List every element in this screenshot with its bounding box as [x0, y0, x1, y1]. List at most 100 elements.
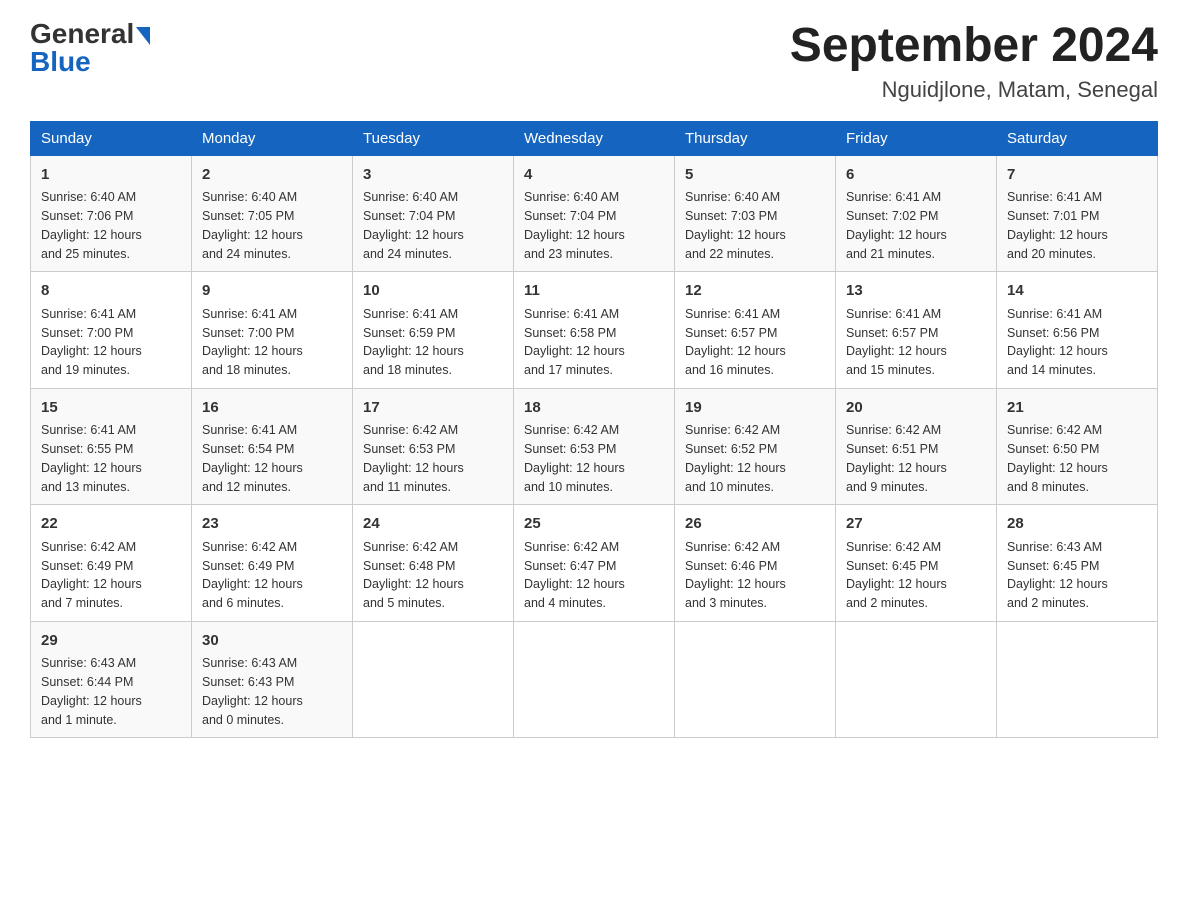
calendar-cell: 28Sunrise: 6:43 AMSunset: 6:45 PMDayligh… [997, 505, 1158, 622]
calendar-title: September 2024 [790, 20, 1158, 73]
calendar-cell: 7Sunrise: 6:41 AMSunset: 7:01 PMDaylight… [997, 155, 1158, 272]
day-number: 23 [202, 513, 342, 536]
calendar-body: 1Sunrise: 6:40 AMSunset: 7:06 PMDaylight… [31, 155, 1158, 738]
day-info: Sunrise: 6:42 AMSunset: 6:49 PMDaylight:… [41, 538, 181, 613]
calendar-cell: 6Sunrise: 6:41 AMSunset: 7:02 PMDaylight… [836, 155, 997, 272]
header-friday: Friday [836, 121, 997, 155]
day-number: 28 [1007, 513, 1147, 536]
calendar-cell [353, 621, 514, 738]
calendar-cell: 16Sunrise: 6:41 AMSunset: 6:54 PMDayligh… [192, 388, 353, 505]
day-info: Sunrise: 6:42 AMSunset: 6:47 PMDaylight:… [524, 538, 664, 613]
day-info: Sunrise: 6:42 AMSunset: 6:52 PMDaylight:… [685, 421, 825, 496]
day-info: Sunrise: 6:42 AMSunset: 6:45 PMDaylight:… [846, 538, 986, 613]
day-info: Sunrise: 6:40 AMSunset: 7:03 PMDaylight:… [685, 188, 825, 263]
calendar-cell: 22Sunrise: 6:42 AMSunset: 6:49 PMDayligh… [31, 505, 192, 622]
calendar-cell: 25Sunrise: 6:42 AMSunset: 6:47 PMDayligh… [514, 505, 675, 622]
calendar-week-row: 15Sunrise: 6:41 AMSunset: 6:55 PMDayligh… [31, 388, 1158, 505]
day-info: Sunrise: 6:40 AMSunset: 7:06 PMDaylight:… [41, 188, 181, 263]
calendar-week-row: 29Sunrise: 6:43 AMSunset: 6:44 PMDayligh… [31, 621, 1158, 738]
calendar-cell: 2Sunrise: 6:40 AMSunset: 7:05 PMDaylight… [192, 155, 353, 272]
day-number: 9 [202, 280, 342, 303]
calendar-cell: 20Sunrise: 6:42 AMSunset: 6:51 PMDayligh… [836, 388, 997, 505]
header-tuesday: Tuesday [353, 121, 514, 155]
day-info: Sunrise: 6:41 AMSunset: 7:00 PMDaylight:… [41, 305, 181, 380]
calendar-cell: 4Sunrise: 6:40 AMSunset: 7:04 PMDaylight… [514, 155, 675, 272]
calendar-cell: 8Sunrise: 6:41 AMSunset: 7:00 PMDaylight… [31, 272, 192, 389]
day-number: 10 [363, 280, 503, 303]
day-info: Sunrise: 6:40 AMSunset: 7:04 PMDaylight:… [363, 188, 503, 263]
day-number: 13 [846, 280, 986, 303]
logo-arrow-icon [136, 27, 150, 45]
day-info: Sunrise: 6:40 AMSunset: 7:05 PMDaylight:… [202, 188, 342, 263]
calendar-cell [997, 621, 1158, 738]
day-info: Sunrise: 6:40 AMSunset: 7:04 PMDaylight:… [524, 188, 664, 263]
day-number: 30 [202, 630, 342, 653]
day-info: Sunrise: 6:42 AMSunset: 6:48 PMDaylight:… [363, 538, 503, 613]
day-number: 5 [685, 164, 825, 187]
calendar-cell: 21Sunrise: 6:42 AMSunset: 6:50 PMDayligh… [997, 388, 1158, 505]
calendar-week-row: 22Sunrise: 6:42 AMSunset: 6:49 PMDayligh… [31, 505, 1158, 622]
day-number: 6 [846, 164, 986, 187]
day-info: Sunrise: 6:42 AMSunset: 6:53 PMDaylight:… [524, 421, 664, 496]
calendar-cell [836, 621, 997, 738]
day-info: Sunrise: 6:41 AMSunset: 6:59 PMDaylight:… [363, 305, 503, 380]
calendar-subtitle: Nguidjlone, Matam, Senegal [790, 77, 1158, 103]
day-number: 20 [846, 397, 986, 420]
day-number: 4 [524, 164, 664, 187]
calendar-header-row: SundayMondayTuesdayWednesdayThursdayFrid… [31, 121, 1158, 155]
calendar-cell: 9Sunrise: 6:41 AMSunset: 7:00 PMDaylight… [192, 272, 353, 389]
logo: General Blue [30, 20, 150, 76]
day-info: Sunrise: 6:42 AMSunset: 6:49 PMDaylight:… [202, 538, 342, 613]
calendar-cell: 19Sunrise: 6:42 AMSunset: 6:52 PMDayligh… [675, 388, 836, 505]
day-number: 26 [685, 513, 825, 536]
header-wednesday: Wednesday [514, 121, 675, 155]
header-monday: Monday [192, 121, 353, 155]
calendar-cell: 12Sunrise: 6:41 AMSunset: 6:57 PMDayligh… [675, 272, 836, 389]
day-number: 27 [846, 513, 986, 536]
calendar-table: SundayMondayTuesdayWednesdayThursdayFrid… [30, 121, 1158, 739]
day-number: 22 [41, 513, 181, 536]
calendar-cell: 3Sunrise: 6:40 AMSunset: 7:04 PMDaylight… [353, 155, 514, 272]
day-number: 12 [685, 280, 825, 303]
day-info: Sunrise: 6:41 AMSunset: 7:00 PMDaylight:… [202, 305, 342, 380]
calendar-cell: 1Sunrise: 6:40 AMSunset: 7:06 PMDaylight… [31, 155, 192, 272]
day-info: Sunrise: 6:41 AMSunset: 6:57 PMDaylight:… [846, 305, 986, 380]
header-thursday: Thursday [675, 121, 836, 155]
header-sunday: Sunday [31, 121, 192, 155]
day-info: Sunrise: 6:41 AMSunset: 7:01 PMDaylight:… [1007, 188, 1147, 263]
day-info: Sunrise: 6:42 AMSunset: 6:53 PMDaylight:… [363, 421, 503, 496]
header-saturday: Saturday [997, 121, 1158, 155]
day-number: 3 [363, 164, 503, 187]
calendar-cell [514, 621, 675, 738]
calendar-cell: 17Sunrise: 6:42 AMSunset: 6:53 PMDayligh… [353, 388, 514, 505]
day-number: 24 [363, 513, 503, 536]
day-info: Sunrise: 6:43 AMSunset: 6:43 PMDaylight:… [202, 654, 342, 729]
calendar-cell: 18Sunrise: 6:42 AMSunset: 6:53 PMDayligh… [514, 388, 675, 505]
calendar-cell: 23Sunrise: 6:42 AMSunset: 6:49 PMDayligh… [192, 505, 353, 622]
calendar-cell: 29Sunrise: 6:43 AMSunset: 6:44 PMDayligh… [31, 621, 192, 738]
day-info: Sunrise: 6:41 AMSunset: 6:56 PMDaylight:… [1007, 305, 1147, 380]
day-number: 8 [41, 280, 181, 303]
title-block: September 2024 Nguidjlone, Matam, Senega… [790, 20, 1158, 103]
calendar-week-row: 1Sunrise: 6:40 AMSunset: 7:06 PMDaylight… [31, 155, 1158, 272]
calendar-cell: 30Sunrise: 6:43 AMSunset: 6:43 PMDayligh… [192, 621, 353, 738]
day-number: 7 [1007, 164, 1147, 187]
day-info: Sunrise: 6:42 AMSunset: 6:46 PMDaylight:… [685, 538, 825, 613]
day-number: 11 [524, 280, 664, 303]
calendar-cell: 10Sunrise: 6:41 AMSunset: 6:59 PMDayligh… [353, 272, 514, 389]
calendar-cell: 24Sunrise: 6:42 AMSunset: 6:48 PMDayligh… [353, 505, 514, 622]
day-number: 17 [363, 397, 503, 420]
day-number: 19 [685, 397, 825, 420]
calendar-week-row: 8Sunrise: 6:41 AMSunset: 7:00 PMDaylight… [31, 272, 1158, 389]
calendar-cell: 15Sunrise: 6:41 AMSunset: 6:55 PMDayligh… [31, 388, 192, 505]
logo-blue: Blue [30, 48, 91, 76]
day-number: 2 [202, 164, 342, 187]
page-header: General Blue September 2024 Nguidjlone, … [30, 20, 1158, 103]
day-number: 16 [202, 397, 342, 420]
day-info: Sunrise: 6:43 AMSunset: 6:44 PMDaylight:… [41, 654, 181, 729]
day-info: Sunrise: 6:41 AMSunset: 6:58 PMDaylight:… [524, 305, 664, 380]
day-number: 29 [41, 630, 181, 653]
day-info: Sunrise: 6:42 AMSunset: 6:50 PMDaylight:… [1007, 421, 1147, 496]
day-number: 1 [41, 164, 181, 187]
calendar-cell: 14Sunrise: 6:41 AMSunset: 6:56 PMDayligh… [997, 272, 1158, 389]
